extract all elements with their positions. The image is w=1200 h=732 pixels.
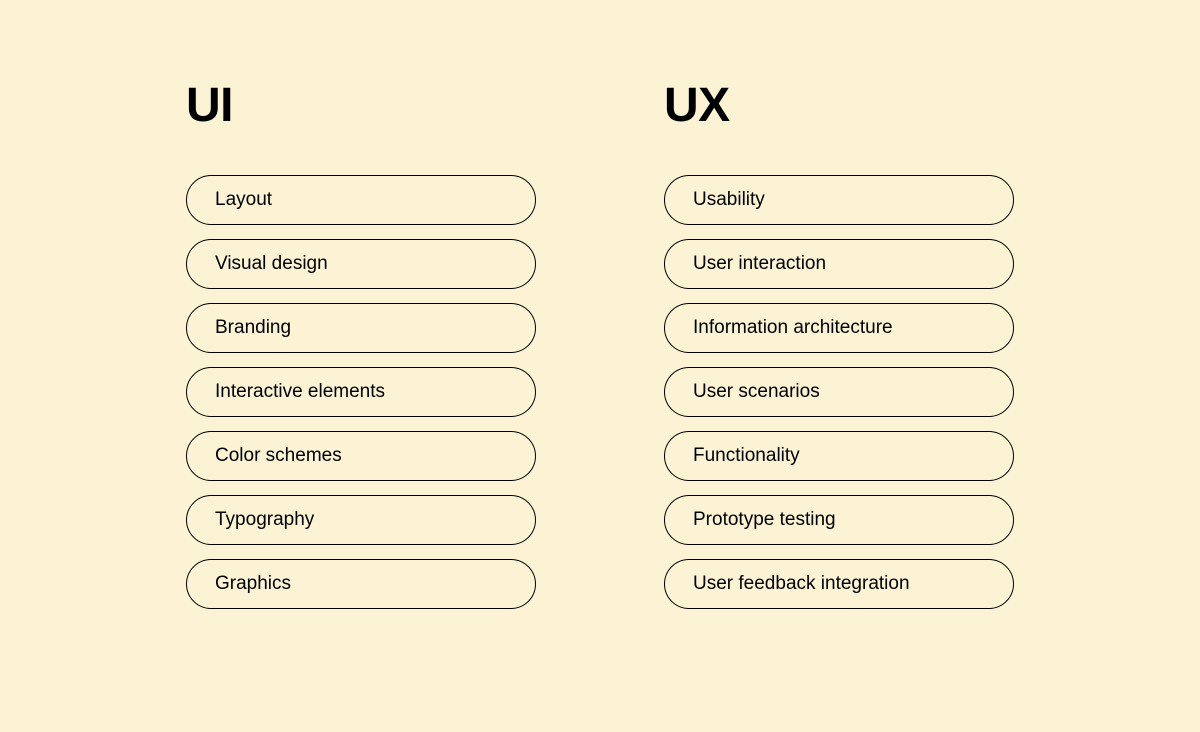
list-item: Prototype testing: [664, 495, 1014, 545]
ux-column-title: UX: [664, 78, 1014, 133]
list-item: Graphics: [186, 559, 536, 609]
ux-items-list: Usability User interaction Information a…: [664, 175, 1014, 609]
ui-column-title: UI: [186, 78, 536, 133]
ux-column: UX Usability User interaction Informatio…: [664, 78, 1014, 609]
list-item: Functionality: [664, 431, 1014, 481]
list-item: Usability: [664, 175, 1014, 225]
ui-items-list: Layout Visual design Branding Interactiv…: [186, 175, 536, 609]
list-item: Branding: [186, 303, 536, 353]
list-item: Interactive elements: [186, 367, 536, 417]
list-item: Information architecture: [664, 303, 1014, 353]
list-item: User feedback integration: [664, 559, 1014, 609]
list-item: User scenarios: [664, 367, 1014, 417]
list-item: Color schemes: [186, 431, 536, 481]
comparison-container: UI Layout Visual design Branding Interac…: [186, 78, 1014, 609]
ui-column: UI Layout Visual design Branding Interac…: [186, 78, 536, 609]
list-item: Layout: [186, 175, 536, 225]
list-item: User interaction: [664, 239, 1014, 289]
list-item: Typography: [186, 495, 536, 545]
list-item: Visual design: [186, 239, 536, 289]
